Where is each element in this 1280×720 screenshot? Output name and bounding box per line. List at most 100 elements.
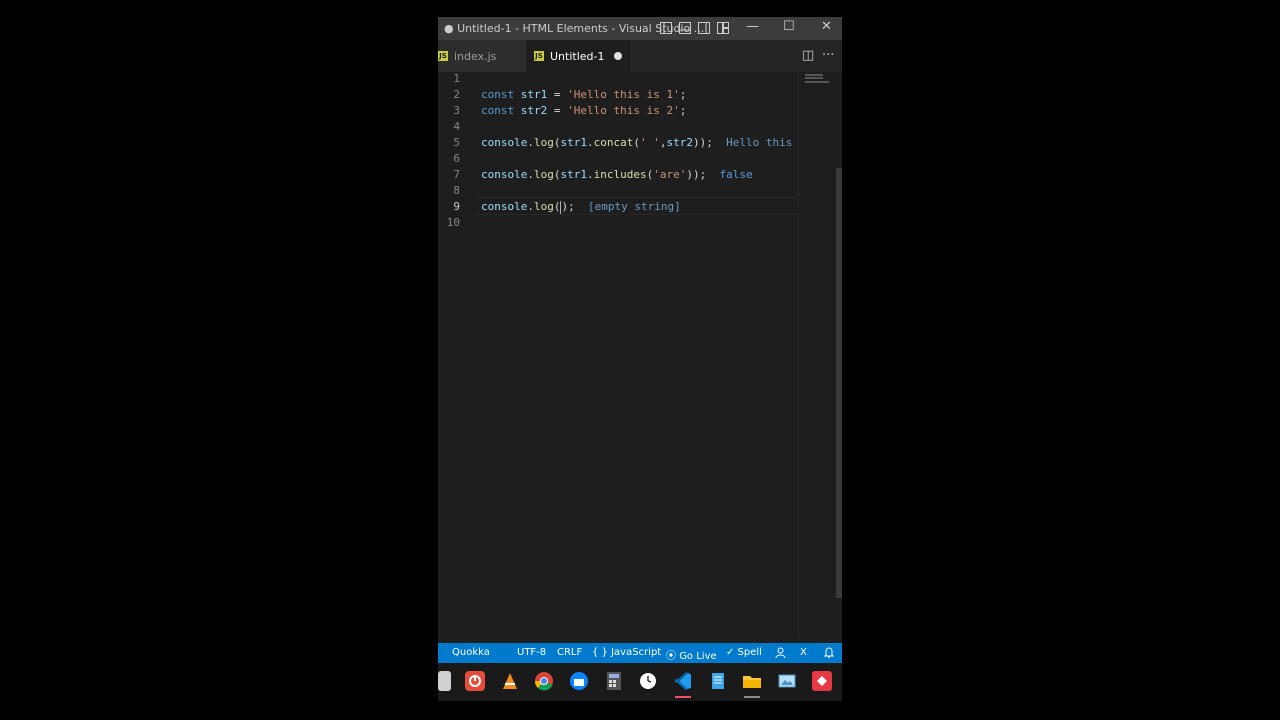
punctuation: . (586, 168, 594, 181)
punctuation: . (527, 136, 534, 149)
toggle-sidebar-icon[interactable] (660, 22, 672, 34)
go-live-button[interactable]: ⦿ Go Live (666, 647, 717, 662)
quokka-result: Hello this i (726, 136, 806, 149)
punctuation: ( (633, 136, 640, 149)
active-app-indicator (675, 696, 691, 698)
line-number: 4 (453, 120, 460, 133)
punctuation: ); (561, 200, 575, 213)
status-bar: Quokka UTF-8 CRLF { } JavaScript ⦿ Go Li… (438, 643, 842, 663)
minimap[interactable] (798, 72, 837, 638)
punctuation: . (527, 168, 534, 181)
line-number: 9 (453, 200, 460, 213)
quokka-status[interactable]: Quokka (452, 647, 490, 658)
editor-tabs: JS index.js JS Untitled-1 ◫ ··· (438, 40, 842, 72)
tab-label: Untitled-1 (550, 49, 605, 63)
variable: str1 (560, 136, 587, 149)
quokka-result: false (719, 168, 753, 181)
minimap-line (805, 81, 829, 83)
power-icon[interactable] (465, 671, 485, 691)
variable: str2 (520, 104, 548, 117)
js-file-icon: JS (438, 51, 448, 61)
split-editor-icon[interactable]: ◫ (802, 48, 814, 63)
folder-icon[interactable] (742, 671, 762, 691)
paint-icon[interactable] (777, 671, 797, 691)
bell-icon[interactable] (823, 647, 835, 661)
chrome-icon[interactable] (534, 671, 554, 691)
spell-check-status[interactable]: ✓ Spell (726, 647, 762, 658)
line-number: 10 (446, 216, 460, 229)
keyword: const (481, 88, 515, 101)
clock-icon[interactable] (638, 671, 658, 691)
string-literal: 'Hello this is 1' (567, 88, 680, 101)
punctuation: ( (553, 200, 561, 213)
function-name: log (533, 136, 554, 149)
notepad-icon[interactable] (708, 671, 728, 691)
code-line[interactable]: console.log(str1.includes('are')); false (481, 168, 753, 181)
punctuation: ; (679, 104, 687, 117)
tab-index-js[interactable]: JS index.js (438, 40, 526, 72)
keyword: const (481, 104, 515, 117)
person-icon[interactable] (775, 647, 786, 661)
vscode-window: ● Untitled-1 - HTML Elements - Visual St… (438, 17, 842, 663)
function-name: concat (593, 136, 634, 149)
string-literal: 'Hello this is 2' (567, 104, 680, 117)
minimap-line (805, 77, 823, 79)
running-app-indicator (744, 696, 760, 698)
tab-untitled-1[interactable]: JS Untitled-1 (526, 40, 630, 72)
line-number: 1 (453, 72, 460, 85)
punctuation: . (586, 136, 594, 149)
eol-status[interactable]: CRLF (557, 647, 582, 658)
string-literal: ' ' (639, 136, 660, 149)
code-editor[interactable]: 1 2 3 4 5 6 7 8 9 10 const str1 = 'Hello… (438, 72, 842, 638)
punctuation: )); (686, 168, 707, 181)
customize-layout-icon[interactable] (717, 22, 729, 34)
maximize-button[interactable]: ☐ (783, 19, 795, 34)
toggle-panel-icon[interactable] (679, 22, 691, 34)
code-line[interactable]: const str1 = 'Hello this is 1'; (481, 88, 686, 101)
punctuation: )); (692, 136, 713, 149)
line-number: 5 (453, 136, 460, 149)
tab-label: index.js (454, 49, 497, 63)
vlc-icon[interactable] (500, 671, 520, 691)
minimize-button[interactable]: — (746, 19, 759, 34)
calculator-icon[interactable] (604, 671, 624, 691)
js-file-icon: JS (534, 51, 544, 61)
line-number: 7 (453, 168, 460, 181)
code-line-current[interactable]: console.log(); [empty string] (481, 200, 681, 214)
anydesk-icon[interactable] (812, 671, 832, 691)
language-mode[interactable]: { } JavaScript (592, 647, 661, 658)
function-name: log (533, 168, 554, 181)
variable: str1 (520, 88, 548, 101)
explorer-icon[interactable] (438, 671, 451, 691)
function-name: log (533, 200, 554, 213)
taskbar (438, 663, 842, 701)
code-line[interactable]: console.log(str1.concat(' ',str2)); Hell… (481, 136, 806, 149)
x-status[interactable]: X (800, 647, 807, 658)
operator: = (547, 88, 568, 101)
line-number: 6 (453, 152, 460, 165)
quokka-result: [empty string] (587, 200, 681, 213)
punctuation: . (527, 200, 534, 213)
encoding-status[interactable]: UTF-8 (517, 647, 546, 658)
line-number: 2 (453, 88, 460, 101)
close-button[interactable]: ✕ (821, 19, 832, 34)
vscode-icon[interactable] (673, 671, 693, 691)
minimap-line (805, 74, 823, 76)
broadcast-icon: ⦿ (666, 651, 680, 662)
title-bar: ● Untitled-1 - HTML Elements - Visual St… (438, 17, 842, 40)
variable: str1 (560, 168, 587, 181)
vertical-scrollbar[interactable] (836, 168, 842, 598)
object-name: console (481, 168, 528, 181)
punctuation: ; (679, 88, 687, 101)
line-number: 3 (453, 104, 460, 117)
go-live-label: Go Live (679, 651, 717, 662)
line-number: 8 (453, 184, 460, 197)
toggle-secondary-sidebar-icon[interactable] (698, 22, 710, 34)
operator: = (547, 104, 568, 117)
string-literal: 'are' (653, 168, 687, 181)
unsaved-dot-icon[interactable] (614, 52, 623, 60)
object-name: console (481, 200, 528, 213)
thunderbird-icon[interactable] (569, 671, 589, 691)
code-line[interactable]: const str2 = 'Hello this is 2'; (481, 104, 686, 117)
more-actions-icon[interactable]: ··· (822, 48, 834, 63)
